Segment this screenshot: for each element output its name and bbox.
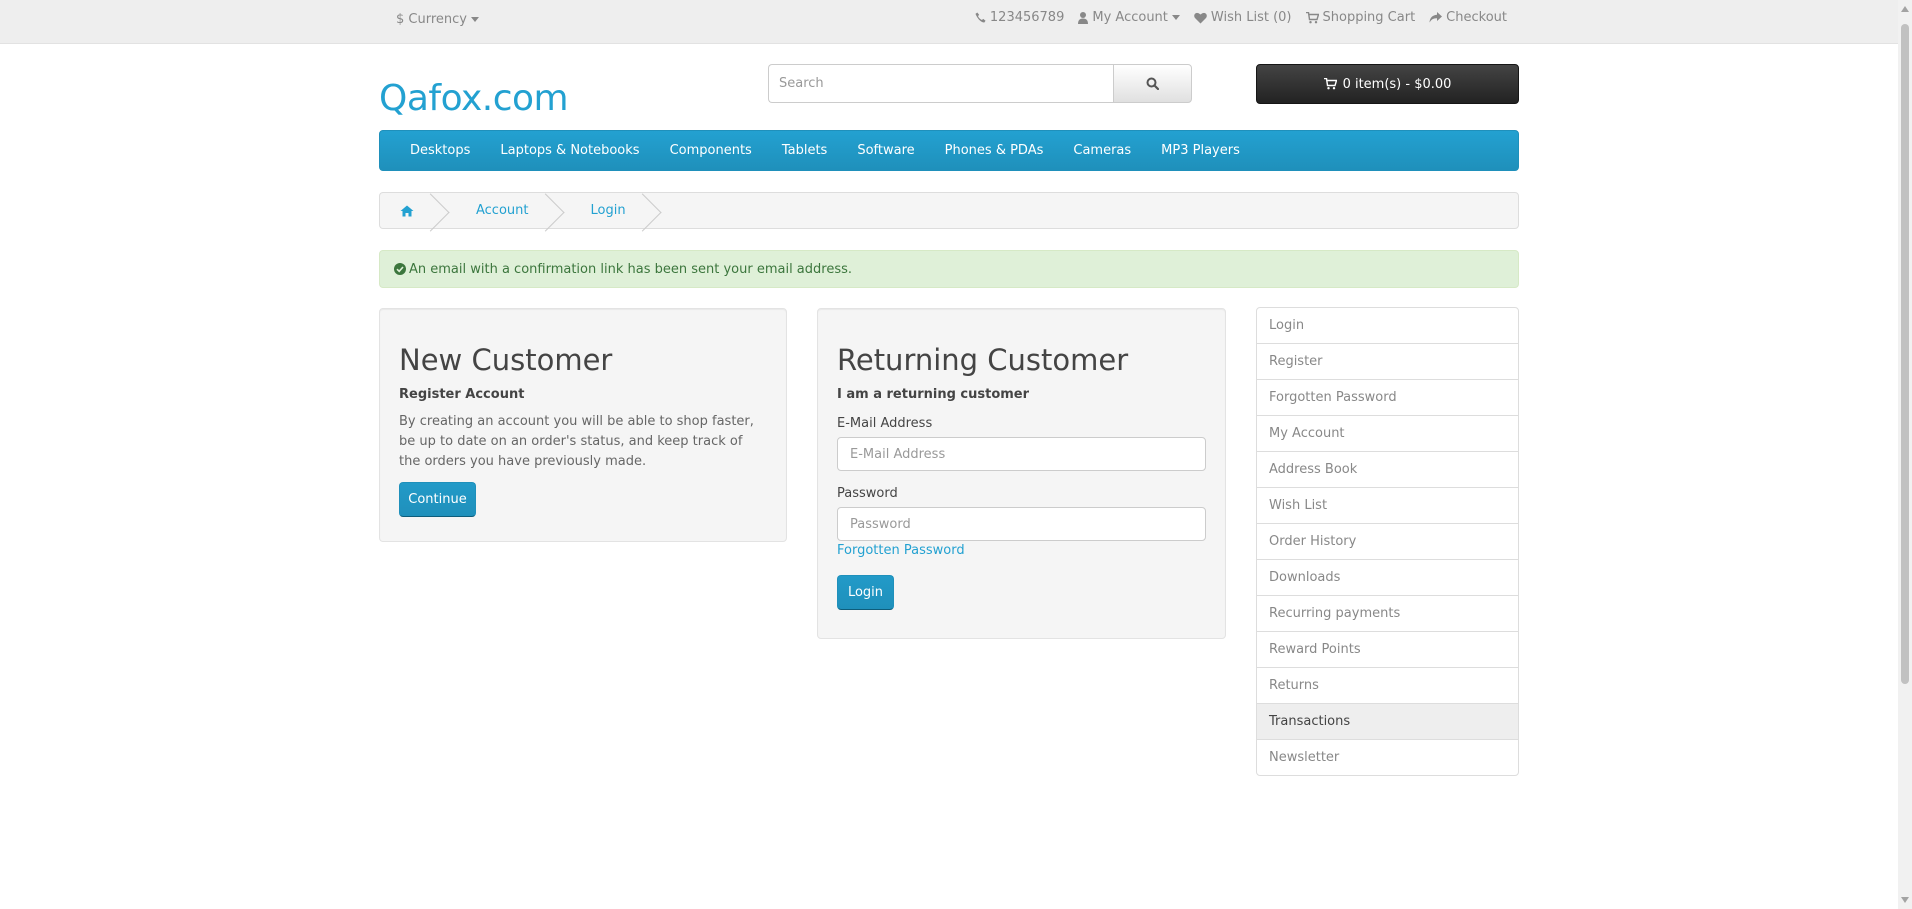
- sidebar-item-newsletter[interactable]: Newsletter: [1256, 739, 1519, 776]
- menu-item-cameras[interactable]: Cameras: [1058, 143, 1146, 158]
- menu-item-tablets[interactable]: Tablets: [767, 143, 843, 158]
- new-customer-panel: New Customer Register Account By creatin…: [379, 308, 787, 542]
- search-icon: [1146, 77, 1160, 90]
- breadcrumb-account[interactable]: Account: [444, 193, 559, 228]
- new-customer-title: New Customer: [399, 343, 613, 377]
- menu-item-laptops-notebooks[interactable]: Laptops & Notebooks: [485, 143, 654, 158]
- shopping-cart-link[interactable]: Shopping Cart: [1305, 10, 1416, 25]
- returning-customer-heading: I am a returning customer: [837, 387, 1030, 402]
- wish-list-link[interactable]: Wish List (0): [1194, 10, 1292, 25]
- password-input[interactable]: [837, 507, 1206, 541]
- breadcrumb-login[interactable]: Login: [559, 193, 656, 228]
- register-account-heading: Register Account: [399, 387, 525, 402]
- menu-item-desktops[interactable]: Desktops: [395, 143, 485, 158]
- continue-button[interactable]: Continue: [399, 482, 476, 517]
- breadcrumb: Account Login: [379, 192, 1519, 229]
- sidebar-item-order-history[interactable]: Order History: [1256, 523, 1519, 560]
- menu-item-phones-pdas[interactable]: Phones & PDAs: [930, 143, 1059, 158]
- wish-list-label: Wish List (0): [1210, 10, 1292, 25]
- search-input[interactable]: [768, 64, 1114, 103]
- checkout-label: Checkout: [1446, 10, 1507, 25]
- menu-item-components[interactable]: Components: [655, 143, 767, 158]
- share-icon: [1429, 12, 1443, 23]
- new-customer-description: By creating an account you will be able …: [399, 414, 754, 469]
- page-scrollbar[interactable]: [1898, 0, 1912, 909]
- scroll-down-arrow-icon[interactable]: [1901, 897, 1909, 903]
- sidebar-item-downloads[interactable]: Downloads: [1256, 559, 1519, 596]
- sidebar-item-transactions[interactable]: Transactions: [1256, 703, 1519, 740]
- top-bar: $ Currency 123456789 My Account Wish Lis…: [0, 0, 1898, 44]
- cart-button[interactable]: 0 item(s) - $0.00: [1256, 64, 1519, 104]
- returning-customer-title: Returning Customer: [837, 343, 1129, 377]
- currency-dropdown[interactable]: $ Currency: [396, 12, 480, 27]
- currency-label: Currency: [408, 12, 467, 27]
- sidebar-item-login[interactable]: Login: [1256, 307, 1519, 344]
- check-circle-icon: [394, 263, 406, 275]
- forgotten-password-link[interactable]: Forgotten Password: [837, 543, 1206, 558]
- my-account-dropdown[interactable]: My Account: [1078, 10, 1180, 25]
- top-links: 123456789 My Account Wish List (0) Shopp…: [975, 10, 1507, 25]
- sidebar-item-register[interactable]: Register: [1256, 343, 1519, 380]
- login-button[interactable]: Login: [837, 575, 894, 610]
- sidebar-item-address-book[interactable]: Address Book: [1256, 451, 1519, 488]
- returning-customer-panel: Returning Customer I am a returning cust…: [817, 308, 1226, 639]
- phone-icon: [975, 12, 986, 23]
- checkout-link[interactable]: Checkout: [1429, 10, 1507, 25]
- caret-down-icon: [471, 17, 480, 22]
- site-logo[interactable]: Qafox.com: [379, 78, 569, 119]
- alert-message: An email with a confirmation link has be…: [409, 261, 853, 277]
- heart-icon: [1194, 12, 1207, 23]
- cart-label: 0 item(s) - $0.00: [1342, 76, 1452, 92]
- scrollbar-thumb[interactable]: [1901, 24, 1909, 684]
- sidebar-item-forgotten-password[interactable]: Forgotten Password: [1256, 379, 1519, 416]
- account-sidebar: Login Register Forgotten Password My Acc…: [1256, 307, 1519, 776]
- search-button[interactable]: [1113, 64, 1192, 103]
- home-icon: [400, 205, 414, 216]
- phone-number: 123456789: [989, 10, 1065, 25]
- menu-item-mp3-players[interactable]: MP3 Players: [1146, 143, 1255, 158]
- shopping-cart-icon: [1323, 78, 1337, 90]
- success-alert: An email with a confirmation link has be…: [379, 250, 1519, 288]
- caret-down-icon: [1171, 14, 1180, 20]
- shopping-cart-label: Shopping Cart: [1322, 10, 1416, 25]
- sidebar-item-returns[interactable]: Returns: [1256, 667, 1519, 704]
- phone-link[interactable]: 123456789: [975, 10, 1064, 25]
- main-menu: Desktops Laptops & Notebooks Components …: [379, 130, 1519, 171]
- sidebar-item-wish-list[interactable]: Wish List: [1256, 487, 1519, 524]
- email-label: E-Mail Address: [837, 416, 933, 431]
- password-label: Password: [837, 486, 898, 501]
- email-input[interactable]: [837, 437, 1206, 471]
- sidebar-item-my-account[interactable]: My Account: [1256, 415, 1519, 452]
- sidebar-item-recurring-payments[interactable]: Recurring payments: [1256, 595, 1519, 632]
- user-icon: [1078, 11, 1089, 24]
- shopping-cart-icon: [1305, 11, 1319, 23]
- scroll-up-arrow-icon[interactable]: [1901, 6, 1909, 12]
- search-bar: [768, 64, 1192, 103]
- my-account-label: My Account: [1092, 10, 1168, 25]
- sidebar-item-reward-points[interactable]: Reward Points: [1256, 631, 1519, 668]
- currency-symbol: $: [396, 12, 405, 27]
- menu-item-software[interactable]: Software: [842, 143, 929, 158]
- breadcrumb-home[interactable]: [380, 193, 444, 228]
